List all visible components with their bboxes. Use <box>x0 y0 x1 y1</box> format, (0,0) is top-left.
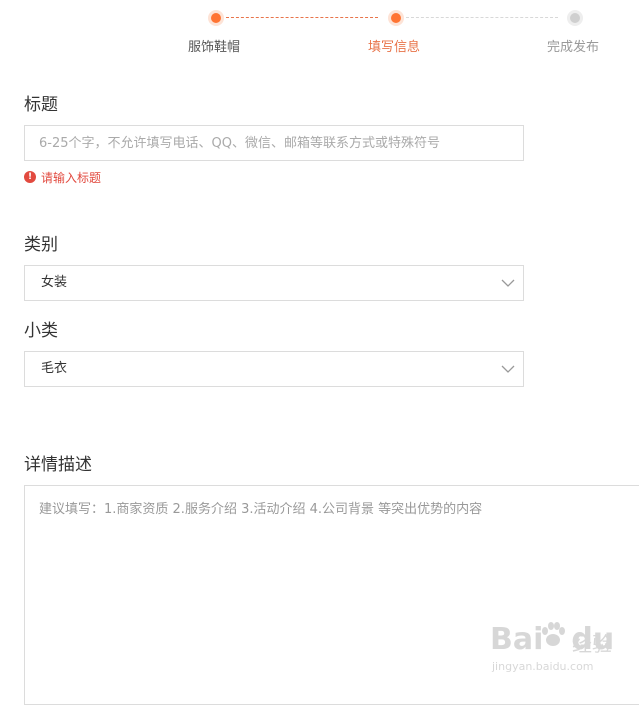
step-2-connector <box>406 17 558 18</box>
subcategory-label: 小类 <box>24 321 58 341</box>
category-select[interactable]: 女装 <box>24 265 524 301</box>
step-1-dot <box>208 10 224 26</box>
progress-stepper: 服饰鞋帽 填写信息 完成发布 <box>0 0 639 60</box>
step-3-label: 完成发布 <box>547 40 600 55</box>
title-error: ! 请输入标题 <box>24 169 101 185</box>
watermark-url: jingyan.baidu.com <box>492 660 594 673</box>
title-error-text: 请输入标题 <box>41 170 102 185</box>
step-2-label: 填写信息 <box>368 40 421 55</box>
chevron-down-icon <box>501 279 515 287</box>
subcategory-value: 毛衣 <box>41 361 68 376</box>
step-3-dot <box>567 10 583 26</box>
category-value: 女装 <box>41 275 68 290</box>
baidu-jingyan-watermark: Bai du 经验 jingyan.baidu.com <box>490 618 635 682</box>
paw-icon <box>542 622 565 646</box>
error-circle-icon: ! <box>24 171 36 183</box>
category-label: 类别 <box>24 235 58 255</box>
step-2-dot <box>388 10 404 26</box>
watermark-cn: 经验 <box>572 632 612 656</box>
description-label: 详情描述 <box>24 455 92 475</box>
title-input[interactable] <box>24 125 524 161</box>
step-1-connector <box>226 17 378 18</box>
subcategory-select[interactable]: 毛衣 <box>24 351 524 387</box>
step-1-label: 服饰鞋帽 <box>188 40 241 55</box>
chevron-down-icon <box>501 365 515 373</box>
title-label: 标题 <box>24 95 58 115</box>
